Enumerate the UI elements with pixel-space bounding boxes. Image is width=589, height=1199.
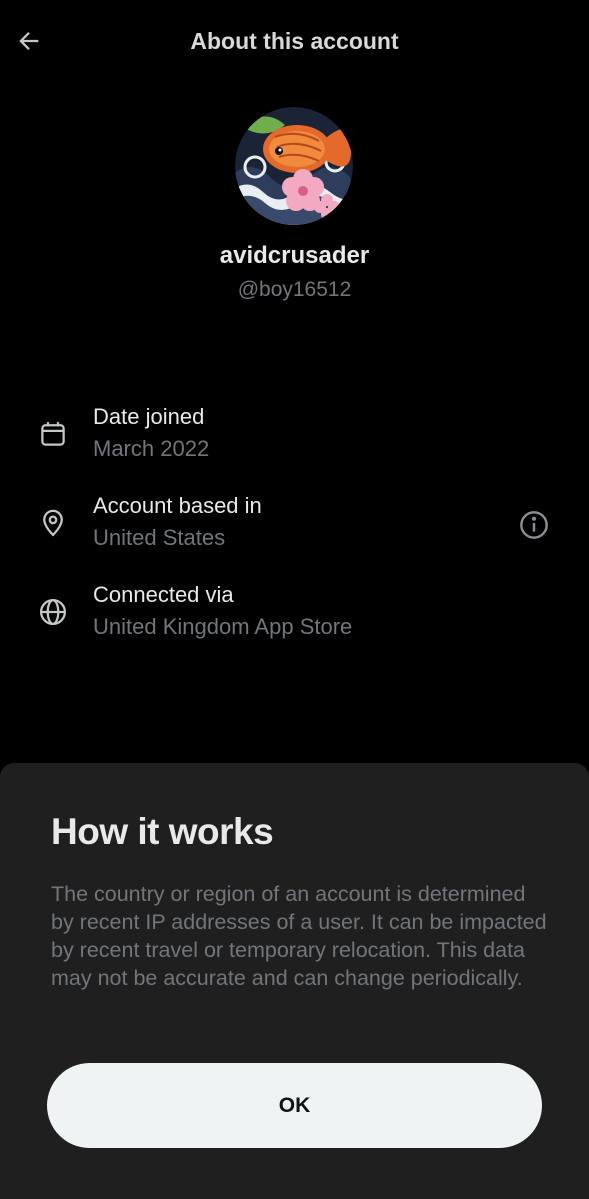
connected-via-label: Connected via xyxy=(93,582,234,607)
display-name: avidcrusader xyxy=(219,242,370,269)
sheet-body-text: The country or region of an account is d… xyxy=(51,882,547,990)
connected-via-value: United Kingdom App Store xyxy=(93,614,353,639)
calendar-icon xyxy=(36,417,70,451)
globe-icon xyxy=(36,595,70,629)
info-button[interactable] xyxy=(517,508,551,542)
account-based-in-row: Account based in United States xyxy=(0,493,589,563)
ok-button[interactable]: OK xyxy=(47,1063,542,1148)
page-title: About this account xyxy=(190,28,399,54)
how-it-works-sheet: How it works The country or region of an… xyxy=(0,763,589,1199)
date-joined-row: Date joined March 2022 xyxy=(0,404,589,474)
avatar[interactable] xyxy=(235,107,353,225)
account-based-in-value: United States xyxy=(93,525,226,550)
sheet-title: How it works xyxy=(51,811,274,852)
date-joined-label: Date joined xyxy=(93,404,205,429)
connected-via-row: Connected via United Kingdom App Store xyxy=(0,582,589,652)
location-pin-icon xyxy=(36,506,70,540)
about-account-screen: About this account avidcrusader @boy1651… xyxy=(0,0,589,1199)
top-bar: About this account xyxy=(0,0,589,84)
koi-fish-avatar xyxy=(235,107,353,225)
account-based-in-label: Account based in xyxy=(93,493,262,518)
user-handle: @boy16512 xyxy=(237,278,352,301)
date-joined-value: March 2022 xyxy=(93,436,210,461)
info-icon xyxy=(520,511,548,539)
